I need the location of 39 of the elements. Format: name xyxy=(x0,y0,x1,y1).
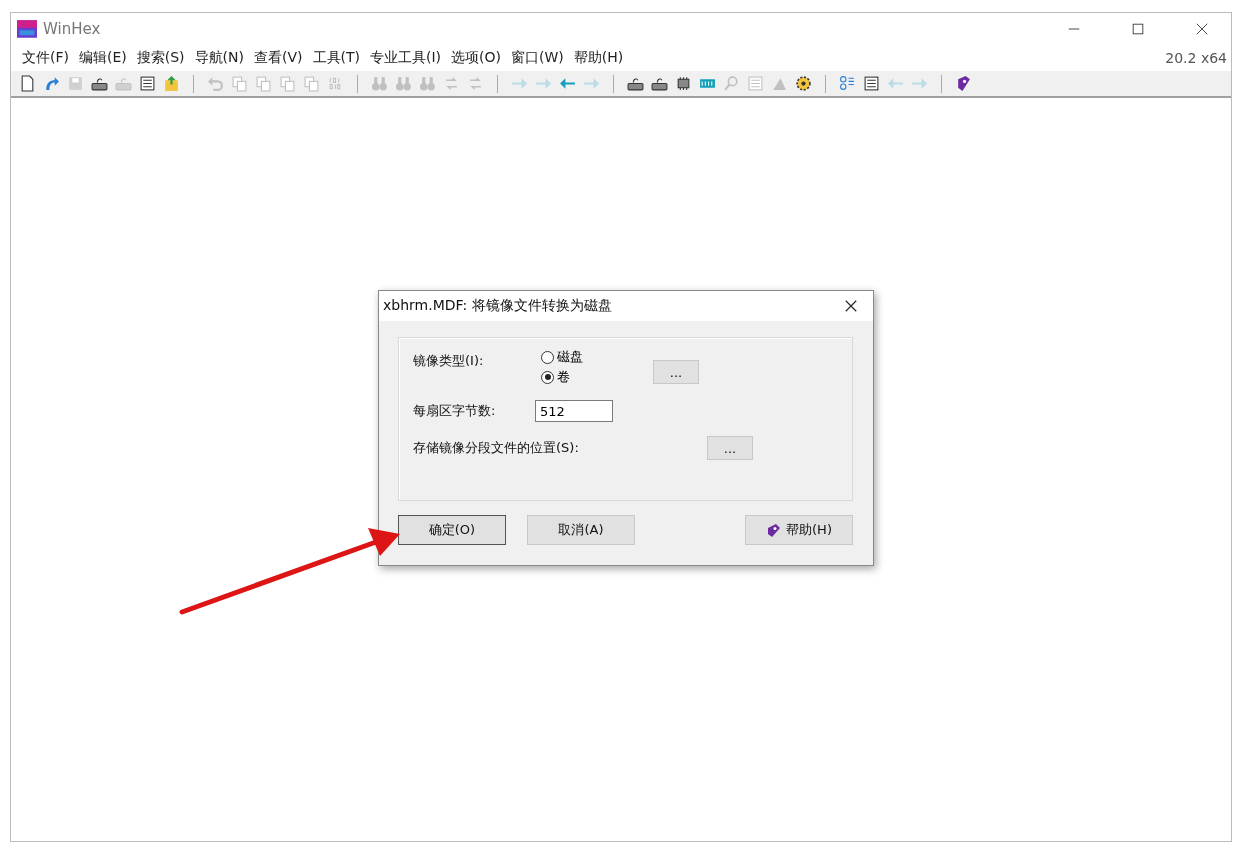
menu-item[interactable]: 窗口(W) xyxy=(506,49,569,67)
page-icon[interactable] xyxy=(19,75,36,92)
menu-item[interactable]: 导航(N) xyxy=(189,49,249,67)
window-title: WinHex xyxy=(43,20,101,38)
curved-arrow-icon[interactable] xyxy=(43,75,60,92)
version-label: 20.2 x64 xyxy=(1165,50,1228,66)
menu-item[interactable]: 查看(V) xyxy=(249,49,308,67)
browse-button[interactable]: ... xyxy=(707,436,753,460)
ok-button[interactable]: 确定(O) xyxy=(398,515,506,545)
menu-item[interactable]: 文件(F) xyxy=(17,49,74,67)
help-button[interactable]: 帮助(H) xyxy=(745,515,853,545)
menu-item[interactable]: 工具(T) xyxy=(307,49,365,67)
menu-item[interactable]: 搜索(S) xyxy=(131,49,190,67)
layout-icon[interactable] xyxy=(839,75,856,92)
maximize-icon xyxy=(1131,22,1145,36)
close-icon xyxy=(844,299,858,313)
drive-icon[interactable] xyxy=(651,75,668,92)
menu-item[interactable]: 帮助(H) xyxy=(568,49,629,67)
browse-button[interactable]: ... xyxy=(653,360,699,384)
radio-option[interactable]: 卷 xyxy=(541,368,653,386)
close-icon xyxy=(1195,22,1209,36)
document-icon[interactable] xyxy=(139,75,156,92)
drive-icon[interactable] xyxy=(627,75,644,92)
menu-item[interactable]: 选项(O) xyxy=(446,49,506,67)
field-label: 镜像类型(I): xyxy=(413,352,485,370)
gear-icon[interactable] xyxy=(795,75,812,92)
radio-option[interactable]: 磁盘 xyxy=(541,348,653,366)
field-label: 存储镜像分段文件的位置(S): xyxy=(413,439,580,457)
drive-icon[interactable] xyxy=(91,75,108,92)
field-label: 每扇区字节数: xyxy=(413,402,497,420)
document-icon[interactable] xyxy=(863,75,880,92)
cancel-button[interactable]: 取消(A) xyxy=(527,515,635,545)
app-logo-icon xyxy=(17,19,37,39)
input-field[interactable]: 512 xyxy=(535,400,613,422)
menu-item[interactable]: 专业工具(I) xyxy=(365,49,447,67)
upload-icon[interactable] xyxy=(163,75,180,92)
menu-item[interactable]: 编辑(E) xyxy=(74,49,132,67)
dialog-title: xbhrm.MDF: 将镜像文件转换为磁盘 xyxy=(383,297,613,315)
chip-icon[interactable] xyxy=(675,75,692,92)
